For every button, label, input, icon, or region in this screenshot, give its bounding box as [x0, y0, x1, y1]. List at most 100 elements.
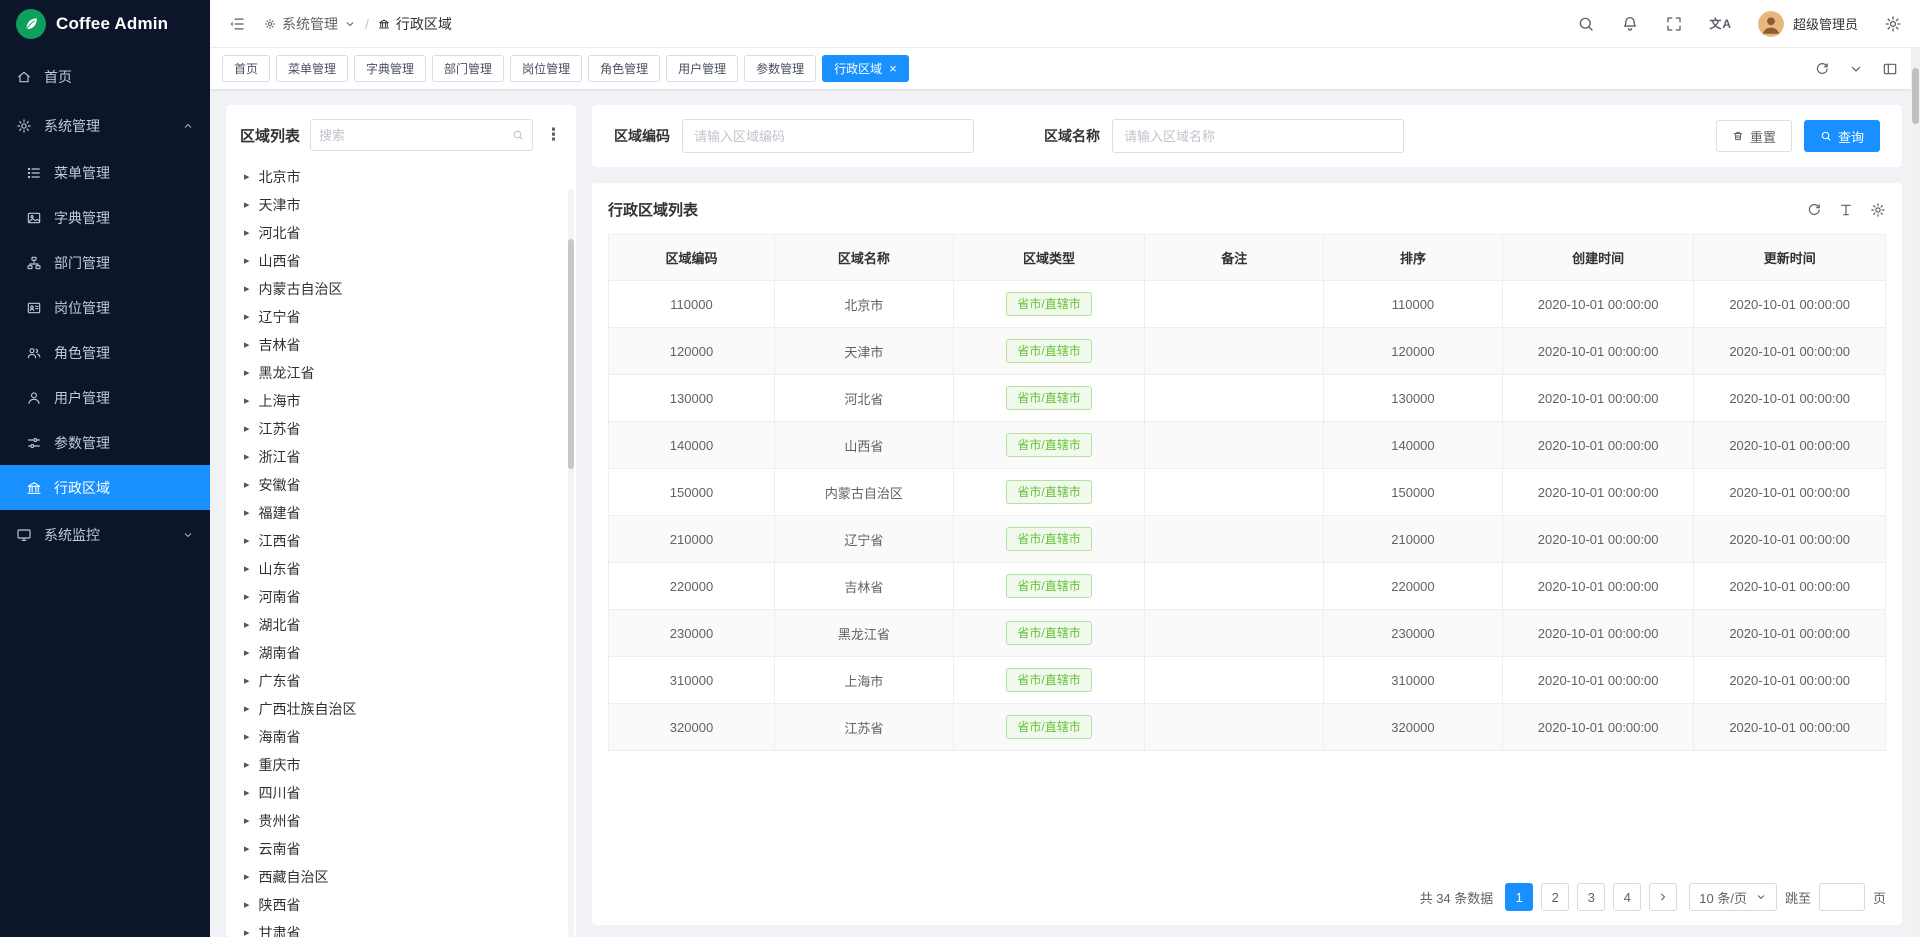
- sidebar-item-system[interactable]: 系统管理: [0, 101, 210, 150]
- tree-item[interactable]: ▸上海市: [240, 387, 564, 415]
- cell-updated-time: 2020-10-01 00:00:00: [1694, 328, 1886, 375]
- page-button[interactable]: 4: [1613, 883, 1641, 911]
- tree-item[interactable]: ▸湖南省: [240, 639, 564, 667]
- page-scrollbar[interactable]: [1911, 48, 1920, 937]
- page-size-select[interactable]: 10 条/页: [1689, 883, 1777, 911]
- tree-item[interactable]: ▸辽宁省: [240, 303, 564, 331]
- tree-item[interactable]: ▸黑龙江省: [240, 359, 564, 387]
- search-icon[interactable]: [512, 129, 524, 141]
- tree-item[interactable]: ▸山西省: [240, 247, 564, 275]
- tab-item[interactable]: 岗位管理: [510, 55, 582, 82]
- refresh-icon[interactable]: [1814, 61, 1830, 77]
- tree-scrollbar[interactable]: [568, 189, 574, 937]
- tab-item[interactable]: 角色管理: [588, 55, 660, 82]
- tab-item[interactable]: 首页: [222, 55, 270, 82]
- page-button[interactable]: 1: [1505, 883, 1533, 911]
- tree-item[interactable]: ▸四川省: [240, 779, 564, 807]
- tree-item[interactable]: ▸天津市: [240, 191, 564, 219]
- reset-button[interactable]: 重置: [1716, 120, 1792, 152]
- tab-item[interactable]: 行政区域×: [822, 55, 909, 82]
- breadcrumb-parent[interactable]: 系统管理: [264, 14, 356, 34]
- caret-right-icon: ▸: [244, 284, 250, 295]
- sidebar-item-home[interactable]: 首页: [0, 52, 210, 101]
- settings-gear-icon[interactable]: [1884, 15, 1902, 33]
- density-icon[interactable]: [1838, 202, 1854, 218]
- sidebar-item-menu-mgmt[interactable]: 菜单管理: [0, 150, 210, 195]
- tree-item-label: 广西壮族自治区: [259, 699, 357, 719]
- region-type-badge: 省市/直辖市: [1006, 715, 1091, 739]
- cell-region-code: 110000: [609, 281, 775, 328]
- more-options-icon[interactable]: ⋮: [543, 125, 564, 145]
- tree-scrollbar-thumb[interactable]: [568, 239, 574, 469]
- layout-toggle-icon[interactable]: [1882, 61, 1898, 77]
- region-code-input[interactable]: [682, 119, 974, 153]
- sidebar-item-post-mgmt[interactable]: 岗位管理: [0, 285, 210, 330]
- search-icon[interactable]: [1577, 15, 1595, 33]
- sidebar-item-param-mgmt[interactable]: 参数管理: [0, 420, 210, 465]
- tree-item-label: 四川省: [259, 783, 301, 803]
- tree-item[interactable]: ▸江西省: [240, 527, 564, 555]
- tab-actions-chevron-icon[interactable]: [1848, 61, 1864, 77]
- next-page-button[interactable]: [1649, 883, 1677, 911]
- tree-item[interactable]: ▸贵州省: [240, 807, 564, 835]
- sidebar-item-monitor[interactable]: 系统监控: [0, 510, 210, 559]
- tree-item[interactable]: ▸福建省: [240, 499, 564, 527]
- tab-item[interactable]: 参数管理: [744, 55, 816, 82]
- query-button[interactable]: 查询: [1804, 120, 1880, 152]
- tab-item[interactable]: 字典管理: [354, 55, 426, 82]
- cell-region-code: 220000: [609, 563, 775, 610]
- cell-sort: 120000: [1324, 328, 1503, 375]
- tree-item[interactable]: ▸河北省: [240, 219, 564, 247]
- tree-item-label: 吉林省: [259, 335, 301, 355]
- tree-search-input[interactable]: [319, 128, 506, 143]
- gear-icon: [16, 118, 32, 134]
- app-logo[interactable]: Coffee Admin: [0, 0, 210, 48]
- fullscreen-icon[interactable]: [1665, 15, 1683, 33]
- tree-item[interactable]: ▸广西壮族自治区: [240, 695, 564, 723]
- tree-item[interactable]: ▸吉林省: [240, 331, 564, 359]
- search-icon: [1820, 130, 1832, 142]
- cell-region-type: 省市/直辖市: [953, 657, 1145, 704]
- tree-item[interactable]: ▸河南省: [240, 583, 564, 611]
- tree-item[interactable]: ▸安徽省: [240, 471, 564, 499]
- tree-item[interactable]: ▸海南省: [240, 723, 564, 751]
- tree-item[interactable]: ▸广东省: [240, 667, 564, 695]
- page-button[interactable]: 2: [1541, 883, 1569, 911]
- tree-item[interactable]: ▸云南省: [240, 835, 564, 863]
- sidebar-item-dict-mgmt[interactable]: 字典管理: [0, 195, 210, 240]
- tab-close-icon[interactable]: ×: [889, 62, 897, 75]
- page-button[interactable]: 3: [1577, 883, 1605, 911]
- page-scrollbar-thumb[interactable]: [1912, 68, 1919, 124]
- tree-item[interactable]: ▸陕西省: [240, 891, 564, 919]
- tree-item[interactable]: ▸内蒙古自治区: [240, 275, 564, 303]
- jump-page-input[interactable]: [1819, 883, 1865, 911]
- tree-item[interactable]: ▸江苏省: [240, 415, 564, 443]
- bell-icon[interactable]: [1621, 15, 1639, 33]
- tab-item[interactable]: 部门管理: [432, 55, 504, 82]
- tree-item-label: 山东省: [259, 559, 301, 579]
- tree-item[interactable]: ▸西藏自治区: [240, 863, 564, 891]
- cell-sort: 130000: [1324, 375, 1503, 422]
- translate-icon[interactable]: 文A: [1709, 15, 1732, 32]
- sidebar-item-region[interactable]: 行政区域: [0, 465, 210, 510]
- tree-item[interactable]: ▸重庆市: [240, 751, 564, 779]
- tab-tools: [1814, 61, 1908, 77]
- sidebar-collapse-icon[interactable]: [228, 15, 246, 33]
- cell-region-type: 省市/直辖市: [953, 610, 1145, 657]
- tree-item-label: 福建省: [259, 503, 301, 523]
- sidebar-item-dept-mgmt[interactable]: 部门管理: [0, 240, 210, 285]
- cell-remark: [1145, 422, 1324, 469]
- tab-item[interactable]: 用户管理: [666, 55, 738, 82]
- region-name-input[interactable]: [1112, 119, 1404, 153]
- tree-item[interactable]: ▸山东省: [240, 555, 564, 583]
- tree-item[interactable]: ▸浙江省: [240, 443, 564, 471]
- column-settings-gear-icon[interactable]: [1870, 202, 1886, 218]
- tab-item[interactable]: 菜单管理: [276, 55, 348, 82]
- sidebar-item-user-mgmt[interactable]: 用户管理: [0, 375, 210, 420]
- refresh-icon[interactable]: [1806, 202, 1822, 218]
- tree-item[interactable]: ▸甘肃省: [240, 919, 564, 937]
- tree-item[interactable]: ▸湖北省: [240, 611, 564, 639]
- user-menu[interactable]: 超级管理员: [1758, 11, 1858, 37]
- sidebar-item-role-mgmt[interactable]: 角色管理: [0, 330, 210, 375]
- tree-item[interactable]: ▸北京市: [240, 163, 564, 191]
